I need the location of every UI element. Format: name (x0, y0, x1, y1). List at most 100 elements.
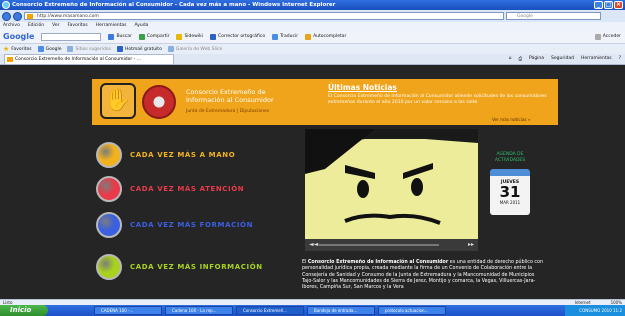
sidewiki-button[interactable]: Sidewiki (176, 33, 203, 40)
nav-item-formacion[interactable]: CADA VEZ MÁS FORMACIÓN (96, 212, 253, 238)
address-bar: http://www.masamano.com Google (0, 10, 625, 22)
fav-hotmail-label: Hotmail gratuito (125, 46, 162, 52)
nav-label: CADA VEZ MÁS INFORMACIÓN (130, 263, 263, 271)
web-slice-icon (167, 46, 174, 52)
org-name: Consorcio Extremeño de Información al Co… (186, 88, 274, 104)
favorites-bar: ★ Favoritos Google Sitios sugeridos Hotma… (0, 44, 625, 54)
blue-ball-icon (96, 212, 122, 238)
minimize-button[interactable]: _ (594, 1, 603, 9)
nav-item-mano[interactable]: CADA VEZ MÁS A MANO (96, 142, 235, 168)
url-field[interactable]: http://www.masamano.com (24, 12, 504, 20)
autofill-icon (305, 33, 312, 40)
window-title: Consorcio Extremeño de Información al Co… (12, 2, 336, 8)
page-content: ✋ Consorcio Extremeño de Información al … (0, 65, 625, 299)
compartir-button[interactable]: Compartir (138, 33, 170, 40)
menu-edicion[interactable]: Edición (28, 22, 44, 30)
star-icon: ★ (3, 45, 10, 53)
forward-button[interactable] (13, 11, 22, 21)
video-player[interactable] (305, 129, 478, 251)
acceder-button[interactable]: Acceder (594, 33, 625, 40)
autocompletar-button[interactable]: Autocompletar (305, 33, 347, 40)
fav-hotmail-link[interactable]: Hotmail gratuito (117, 46, 162, 52)
start-button[interactable]: Inicio (0, 305, 48, 316)
consorcio-logo (142, 85, 176, 119)
video-seek-bar[interactable] (319, 244, 439, 246)
news-text[interactable]: El Consorcio Extremeño de Información al… (328, 94, 548, 106)
menu-ver[interactable]: Ver (52, 22, 59, 30)
ie-icon (2, 1, 10, 9)
taskbar-item[interactable]: protocolo actuacion... (378, 306, 446, 315)
about-text: El Consorcio Extremeño de Información al… (302, 260, 546, 291)
agenda-title[interactable]: AGENDA DE ACTIVIDADES (488, 152, 532, 164)
taskbar-item[interactable]: Cadena 100 - La rep... (165, 306, 233, 315)
video-controls: ◄◄ ▸▸ (305, 239, 478, 251)
close-button[interactable]: × (614, 1, 623, 9)
translate-icon (272, 33, 279, 40)
search-icon (108, 33, 115, 40)
taskbar-item[interactable]: Bandeja de entrada... (307, 306, 375, 315)
calendar-widget[interactable]: JUEVES 31 MAR 2011 (490, 169, 530, 215)
menu-ayuda[interactable]: Ayuda (134, 22, 148, 30)
ie-icon (67, 46, 74, 52)
nav-label: CADA VEZ MÁS A MANO (130, 151, 236, 159)
favoritos-button[interactable]: ★ Favoritos (3, 45, 32, 53)
security-menu[interactable]: Seguridad (551, 56, 574, 62)
org-subtitle: Junta de Extremadura | Diputaciones (186, 109, 270, 114)
site-favicon-icon (7, 57, 13, 62)
volume-icon[interactable]: ▸▸ (468, 241, 474, 248)
corrector-button[interactable]: Corrector ortográfico (209, 33, 266, 40)
back-button[interactable] (2, 11, 11, 21)
page-menu[interactable]: Página (529, 56, 544, 62)
fav-sitios-link[interactable]: Sitios sugeridos (67, 46, 111, 52)
tools-menu[interactable]: Herramientas (581, 56, 612, 62)
traducir-button[interactable]: Traducir (272, 33, 299, 40)
fav-google-link[interactable]: Google (37, 46, 61, 52)
play-icon[interactable]: ◄◄ (309, 241, 318, 248)
corrector-label: Corrector ortográfico (217, 34, 266, 39)
pencil-icon (176, 33, 183, 40)
tab-consorcio[interactable]: Consorcio Extremeño de Información al Co… (4, 54, 174, 64)
fav-galeria-link[interactable]: Galería de Web Slice (167, 46, 222, 52)
taskbar: Inicio CADENA 100 -... Cadena 100 - La r… (0, 305, 625, 316)
favoritos-label: Favoritos (11, 46, 32, 52)
taskbar-item[interactable]: Consorcio Extremeñ... (236, 306, 304, 315)
menu-archivo[interactable]: Archivo (3, 22, 20, 30)
menu-favoritos[interactable]: Favoritos (67, 22, 87, 30)
red-ball-icon (96, 176, 122, 202)
news-title[interactable]: Últimas Noticias (328, 83, 397, 92)
compartir-label: Compartir (146, 34, 170, 39)
menu-herramientas[interactable]: Herramientas (96, 22, 127, 30)
nav-label: CADA VEZ MÁS ATENCIÓN (130, 185, 245, 193)
acceder-label: Acceder (602, 34, 621, 39)
autocompletar-label: Autocompletar (313, 34, 347, 39)
google-search-input[interactable] (41, 32, 102, 41)
mascot-face-image (305, 129, 478, 251)
buscar-button[interactable]: Buscar (108, 33, 132, 40)
print-icon[interactable]: ⎙ (518, 56, 522, 62)
traducir-label: Traducir (280, 34, 299, 39)
hand-mascot-logo[interactable]: ✋ (100, 83, 136, 119)
window-title-bar: Consorcio Extremeño de Información al Co… (0, 0, 625, 10)
nav-item-atencion[interactable]: CADA VEZ MÁS ATENCIÓN (96, 176, 244, 202)
nav-item-informacion[interactable]: CADA VEZ MÁS INFORMACIÓN (96, 254, 263, 280)
tab-bar: Consorcio Extremeño de Información al Co… (0, 54, 625, 65)
taskbar-item[interactable]: CADENA 100 -... (94, 306, 162, 315)
more-news-link[interactable]: Ver más noticias » (492, 117, 530, 122)
tab-label: Consorcio Extremeño de Información al Co… (15, 57, 141, 62)
calendar-month: MAR 2011 (499, 200, 521, 205)
spellcheck-icon (209, 33, 216, 40)
about-pre: El (302, 260, 307, 265)
help-icon[interactable]: ? (619, 56, 621, 62)
green-ball-icon (96, 254, 122, 280)
site-header: ✋ Consorcio Extremeño de Información al … (92, 79, 558, 125)
fav-sitios-label: Sitios sugeridos (75, 46, 111, 52)
nav-label: CADA VEZ MÁS FORMACIÓN (130, 221, 254, 229)
search-input[interactable]: Google (506, 12, 601, 20)
home-icon[interactable]: ⌂ (509, 56, 512, 62)
maximize-button[interactable]: □ (604, 1, 613, 9)
ie-icon (117, 46, 123, 52)
about-org-name: Consorcio Extremeño de Información al Co… (307, 260, 449, 265)
calendar-number: 31 (499, 183, 521, 201)
wrench-icon (594, 33, 601, 40)
buscar-label: Buscar (116, 34, 132, 39)
